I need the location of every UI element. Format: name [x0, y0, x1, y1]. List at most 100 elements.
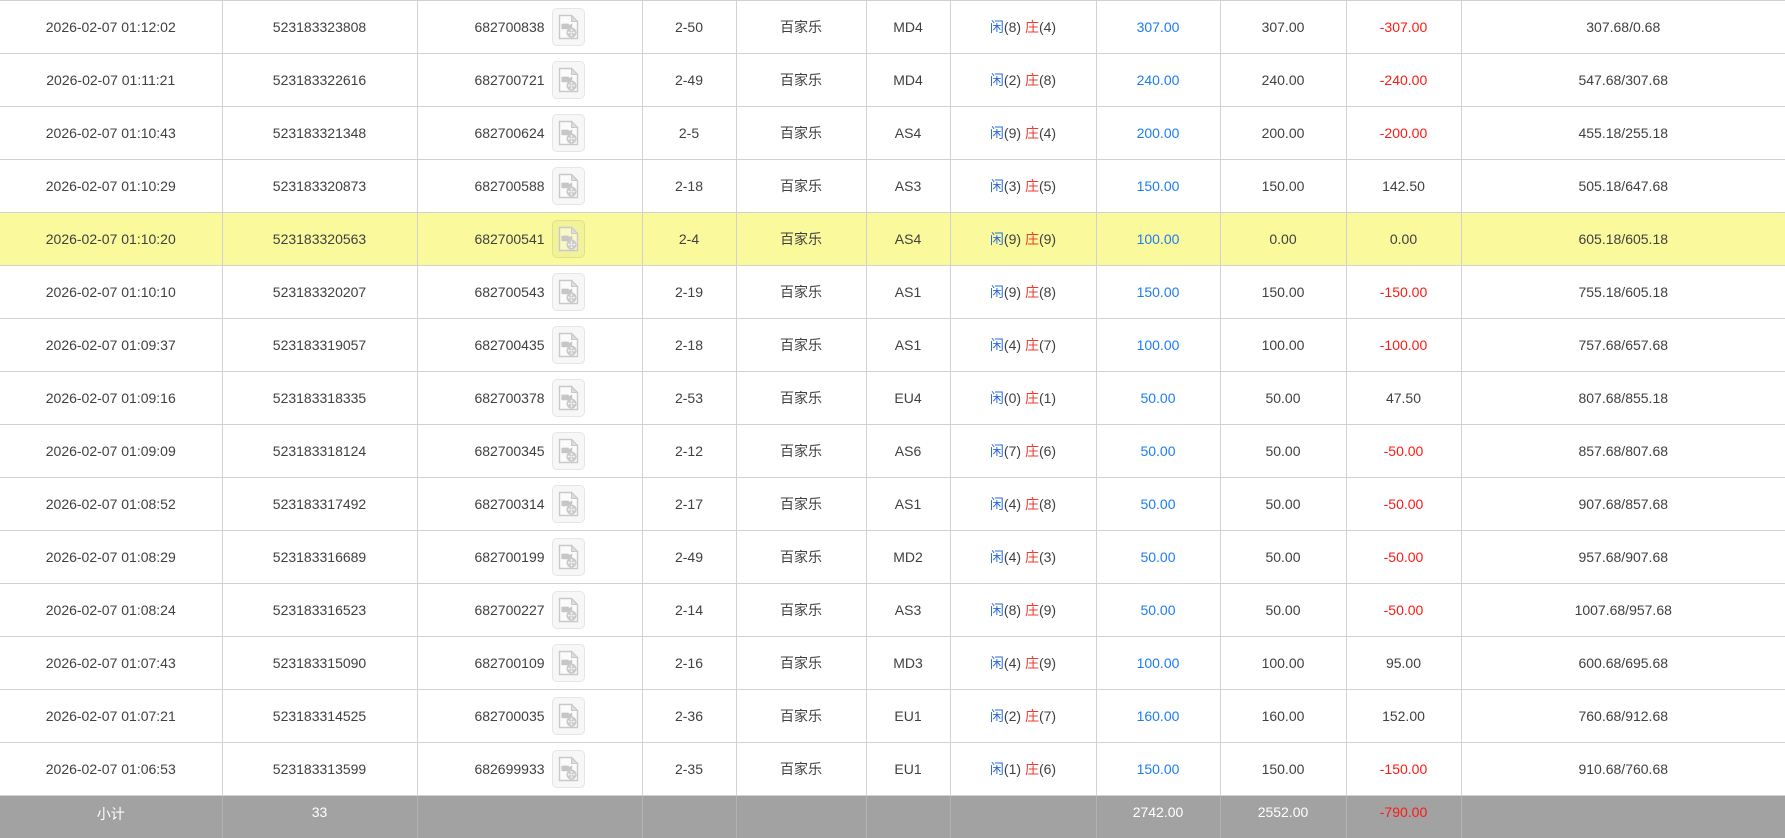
video-replay-button[interactable]: [552, 167, 585, 205]
banker-label: 庄: [1025, 496, 1039, 512]
bet-id-cell: 523183320207: [222, 266, 417, 319]
records-table-body: 2026-02-07 01:12:02 523183323808 6827008…: [0, 1, 1785, 796]
room-cell: AS3: [866, 160, 950, 213]
round-id: 682700624: [474, 125, 544, 141]
valid-amount-cell: 50.00: [1220, 584, 1346, 637]
banker-points: (4): [1039, 125, 1056, 141]
table-row[interactable]: 2026-02-07 01:10:29 523183320873 6827005…: [0, 160, 1785, 213]
video-replay-button[interactable]: [552, 591, 585, 629]
video-replay-button[interactable]: [552, 750, 585, 788]
table-row[interactable]: 2026-02-07 01:06:53 523183313599 6826999…: [0, 743, 1785, 796]
table-number-cell: 2-18: [642, 160, 736, 213]
banker-label: 庄: [1025, 708, 1039, 724]
table-row[interactable]: 2026-02-07 01:10:20 523183320563 6827005…: [0, 213, 1785, 266]
game-type-cell: 百家乐: [736, 637, 866, 690]
balance-cell: 1007.68/957.68: [1461, 584, 1785, 637]
player-label: 闲: [990, 284, 1004, 300]
player-points: (9): [1004, 125, 1021, 141]
round-cell: 682700227: [417, 584, 642, 637]
video-replay-button[interactable]: [552, 114, 585, 152]
banker-points: (6): [1039, 761, 1056, 777]
video-replay-button[interactable]: [552, 220, 585, 258]
table-row[interactable]: 2026-02-07 01:11:21 523183322616 6827007…: [0, 54, 1785, 107]
summary-count-cell: 33: [222, 796, 417, 838]
video-replay-button[interactable]: [552, 538, 585, 576]
video-replay-button[interactable]: [552, 432, 585, 470]
win-loss-cell: 152.00: [1346, 690, 1461, 743]
table-row[interactable]: 2026-02-07 01:10:10 523183320207 6827005…: [0, 266, 1785, 319]
game-type-cell: 百家乐: [736, 319, 866, 372]
table-row[interactable]: 2026-02-07 01:08:29 523183316689 6827001…: [0, 531, 1785, 584]
video-record-icon: [558, 14, 579, 40]
table-number-cell: 2-14: [642, 584, 736, 637]
room-cell: AS1: [866, 266, 950, 319]
room-cell: AS3: [866, 584, 950, 637]
video-record-icon: [558, 67, 579, 93]
table-row[interactable]: 2026-02-07 01:10:43 523183321348 6827006…: [0, 107, 1785, 160]
bet-time-cell: 2026-02-07 01:10:29: [0, 160, 222, 213]
banker-label: 庄: [1025, 761, 1039, 777]
game-type-cell: 百家乐: [736, 1, 866, 54]
round-id: 682700838: [474, 19, 544, 35]
table-row[interactable]: 2026-02-07 01:12:02 523183323808 6827008…: [0, 1, 1785, 54]
banker-label: 庄: [1025, 443, 1039, 459]
win-loss-cell: -100.00: [1346, 319, 1461, 372]
round-cell: 682700838: [417, 1, 642, 54]
result-cell: 闲(3) 庄(5): [950, 160, 1096, 213]
bet-amount-cell: 240.00: [1096, 54, 1220, 107]
balance-cell: 605.18/605.18: [1461, 213, 1785, 266]
win-loss-cell: -50.00: [1346, 425, 1461, 478]
table-number-cell: 2-36: [642, 690, 736, 743]
video-replay-button[interactable]: [552, 644, 585, 682]
player-points: (7): [1004, 443, 1021, 459]
balance-cell: 307.68/0.68: [1461, 1, 1785, 54]
result-cell: 闲(8) 庄(9): [950, 584, 1096, 637]
game-type-cell: 百家乐: [736, 690, 866, 743]
table-row[interactable]: 2026-02-07 01:09:16 523183318335 6827003…: [0, 372, 1785, 425]
video-record-icon: [558, 385, 579, 411]
round-cell: 682700588: [417, 160, 642, 213]
result-cell: 闲(2) 庄(7): [950, 690, 1096, 743]
bet-id-cell: 523183314525: [222, 690, 417, 743]
video-replay-button[interactable]: [552, 379, 585, 417]
table-row[interactable]: 2026-02-07 01:07:43 523183315090 6827001…: [0, 637, 1785, 690]
balance-cell: 547.68/307.68: [1461, 54, 1785, 107]
table-number-cell: 2-49: [642, 531, 736, 584]
table-number-cell: 2-16: [642, 637, 736, 690]
video-replay-button[interactable]: [552, 485, 585, 523]
banker-label: 庄: [1025, 602, 1039, 618]
video-replay-button[interactable]: [552, 326, 585, 364]
room-cell: EU1: [866, 690, 950, 743]
valid-amount-cell: 0.00: [1220, 213, 1346, 266]
table-row[interactable]: 2026-02-07 01:09:09 523183318124 6827003…: [0, 425, 1785, 478]
video-replay-button[interactable]: [552, 273, 585, 311]
player-label: 闲: [990, 655, 1004, 671]
win-loss-cell: -150.00: [1346, 743, 1461, 796]
round-id: 682700227: [474, 602, 544, 618]
table-row[interactable]: 2026-02-07 01:08:52 523183317492 6827003…: [0, 478, 1785, 531]
banker-label: 庄: [1025, 72, 1039, 88]
video-replay-button[interactable]: [552, 61, 585, 99]
banker-label: 庄: [1025, 390, 1039, 406]
bet-id-cell: 523183320563: [222, 213, 417, 266]
player-label: 闲: [990, 178, 1004, 194]
table-row[interactable]: 2026-02-07 01:07:21 523183314525 6827000…: [0, 690, 1785, 743]
table-number-cell: 2-12: [642, 425, 736, 478]
banker-points: (8): [1039, 72, 1056, 88]
win-loss-cell: -50.00: [1346, 584, 1461, 637]
video-replay-button[interactable]: [552, 697, 585, 735]
valid-amount-cell: 50.00: [1220, 372, 1346, 425]
player-points: (9): [1004, 231, 1021, 247]
summary-empty-cell: [736, 796, 866, 838]
balance-cell: 757.68/657.68: [1461, 319, 1785, 372]
table-number-cell: 2-18: [642, 319, 736, 372]
table-row[interactable]: 2026-02-07 01:08:24 523183316523 6827002…: [0, 584, 1785, 637]
room-cell: MD4: [866, 54, 950, 107]
banker-label: 庄: [1025, 284, 1039, 300]
valid-amount-cell: 200.00: [1220, 107, 1346, 160]
bet-amount-cell: 50.00: [1096, 478, 1220, 531]
video-replay-button[interactable]: [552, 8, 585, 46]
summary-win-loss-cell: -790.00: [1346, 796, 1461, 838]
bet-amount-cell: 150.00: [1096, 743, 1220, 796]
table-row[interactable]: 2026-02-07 01:09:37 523183319057 6827004…: [0, 319, 1785, 372]
